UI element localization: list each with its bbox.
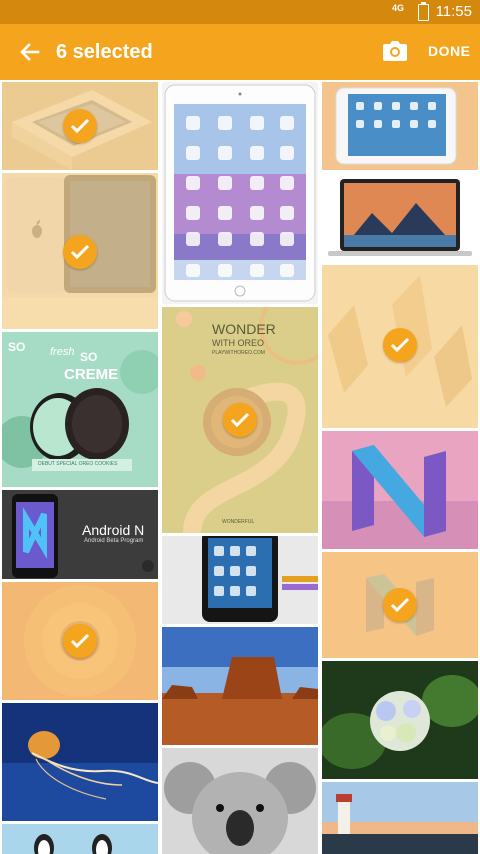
photo-ipad-box-1[interactable] xyxy=(2,82,158,170)
camera-button[interactable] xyxy=(380,37,410,67)
oreo-footer-text: DEBUT SPECIAL OREO COOKIES xyxy=(38,461,118,467)
android-n-title: Android N xyxy=(82,522,145,538)
photo-ipad-back-2[interactable] xyxy=(2,173,158,329)
oreo-text-fresh: fresh xyxy=(50,346,75,358)
photo-hydrangea[interactable] xyxy=(322,661,478,779)
photo-lighthouse[interactable] xyxy=(322,782,478,854)
oreo-text-so-1: SO xyxy=(8,340,26,354)
wonder-text: WONDER xyxy=(212,321,276,337)
back-button[interactable] xyxy=(10,32,50,72)
photo-oreo-creme[interactable]: SO fresh SO CREME DEBUT SPECIAL OREO COO… xyxy=(2,332,158,487)
signal-indicator: 4G xyxy=(392,3,405,13)
photo-koala[interactable] xyxy=(162,748,318,854)
arrow-back-icon xyxy=(20,43,40,61)
photo-android-n-orange[interactable] xyxy=(322,552,478,658)
oreo-url-text: PLAYWITHOREO.COM xyxy=(212,350,265,356)
camera-icon xyxy=(383,41,407,61)
status-bar: 4G 11:55 xyxy=(0,0,480,24)
battery-icon xyxy=(418,2,429,21)
check-icon xyxy=(383,328,417,362)
photo-android-n-logo[interactable] xyxy=(322,431,478,549)
oreo-text-creme: CREME xyxy=(64,366,119,383)
photo-monument-valley[interactable] xyxy=(162,627,318,745)
photo-macbook[interactable] xyxy=(322,173,478,262)
done-button[interactable]: DONE xyxy=(428,43,470,59)
check-icon xyxy=(383,588,417,622)
photo-ipad-front[interactable] xyxy=(162,82,318,304)
android-n-subtitle: Android Beta Program xyxy=(84,538,144,544)
photo-oreo-wonder[interactable]: WONDER WITH OREO PLAYWITHOREO.COM WONDER… xyxy=(162,307,318,533)
check-icon xyxy=(63,624,97,658)
status-time: 11:55 xyxy=(435,3,472,20)
oreo-text-so-2: SO xyxy=(80,350,98,364)
check-icon xyxy=(223,403,257,437)
photo-jellyfish[interactable] xyxy=(2,703,158,821)
check-icon xyxy=(63,235,97,269)
photo-macbook-gold[interactable] xyxy=(322,265,478,428)
with-oreo-text: WITH OREO xyxy=(212,338,264,348)
photo-ipad-wood[interactable] xyxy=(322,82,478,170)
oreo-wonder-footer: WONDERFUL xyxy=(222,519,255,525)
photo-nexus-phone[interactable] xyxy=(162,536,318,624)
photo-android-n-phone[interactable]: Android N Android Beta Program xyxy=(2,490,158,579)
photo-penguins[interactable] xyxy=(2,824,158,854)
selection-count-title: 6 selected xyxy=(56,41,153,63)
app-toolbar: 6 selected DONE xyxy=(0,24,480,80)
photo-orange-flower[interactable] xyxy=(2,582,158,700)
check-icon xyxy=(63,109,97,143)
photo-grid: SO fresh SO CREME DEBUT SPECIAL OREO COO… xyxy=(0,80,480,854)
